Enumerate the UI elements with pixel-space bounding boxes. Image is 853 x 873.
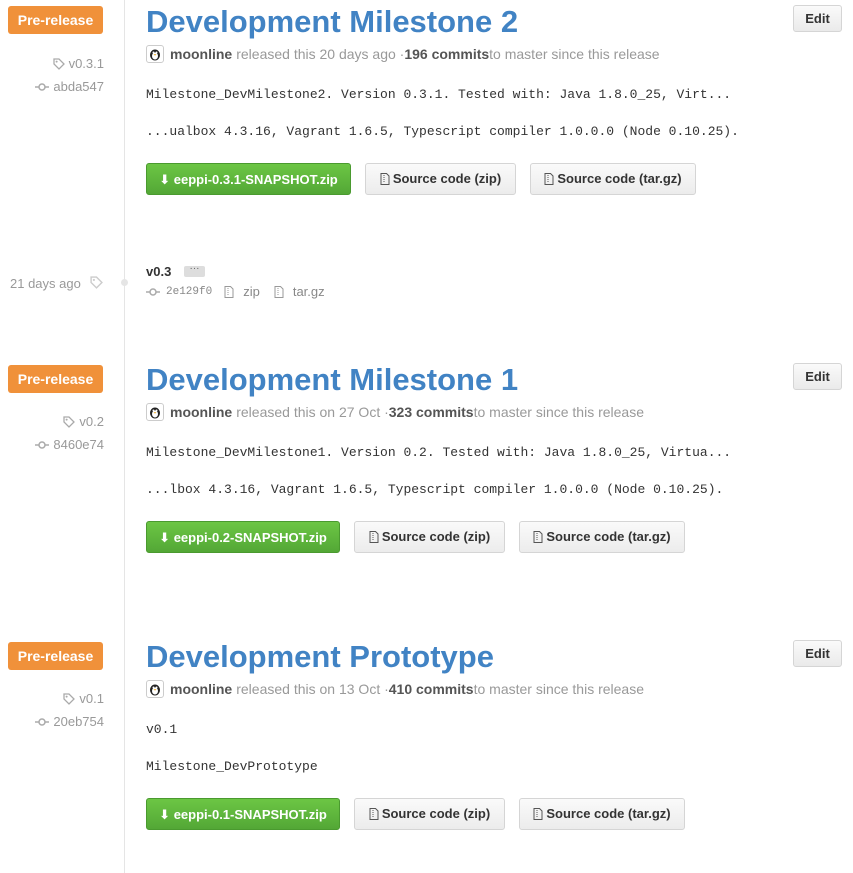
source-tgz-button[interactable]: Source code (tar.gz) [519, 521, 685, 553]
release-commit-label: abda547 [53, 79, 104, 94]
release-commit-label: 8460e74 [53, 437, 104, 452]
download-arrow-icon: ⬇ [159, 172, 171, 187]
download-asset-button[interactable]: ⬇ eeppi-0.3.1-SNAPSHOT.zip [146, 163, 351, 195]
release-tag[interactable]: v0.1 [63, 691, 104, 706]
tag-links: 2e129f0 zip tar.gz [146, 284, 325, 299]
release-tag[interactable]: v0.2 [63, 414, 104, 429]
commit-icon [146, 287, 160, 296]
file-zip-icon [369, 531, 379, 543]
source-tgz-label: Source code (tar.gz) [557, 171, 682, 186]
tag-icon [90, 276, 103, 289]
release-tag-label: v0.2 [79, 414, 104, 429]
source-tgz-label: Source code (tar.gz) [546, 806, 671, 821]
release-commit-label: 20eb754 [53, 714, 104, 729]
release-title[interactable]: Development Milestone 2 [146, 4, 518, 40]
download-asset-label: eeppi-0.2-SNAPSHOT.zip [173, 530, 327, 545]
release-body-line: ...ualbox 4.3.16, Vagrant 1.6.5, Typescr… [146, 124, 739, 139]
tag-tgz-link[interactable]: tar.gz [293, 284, 325, 299]
release-title[interactable]: Development Prototype [146, 639, 494, 675]
released-text: released this on 13 Oct · [236, 681, 389, 697]
tag-icon [63, 415, 76, 428]
penguin-icon [150, 407, 160, 419]
source-zip-button[interactable]: Source code (zip) [354, 798, 505, 830]
source-tgz-button[interactable]: Source code (tar.gz) [530, 163, 696, 195]
avatar[interactable] [146, 680, 164, 698]
author-link[interactable]: moonline [170, 681, 232, 697]
commits-suffix: to master since this release [489, 46, 660, 62]
tag-commit-link[interactable]: 2e129f0 [166, 286, 212, 298]
file-zip-icon [274, 285, 284, 298]
download-asset-button[interactable]: ⬇ eeppi-0.2-SNAPSHOT.zip [146, 521, 340, 553]
source-zip-button[interactable]: Source code (zip) [365, 163, 516, 195]
author-link[interactable]: moonline [170, 404, 232, 420]
download-arrow-icon: ⬇ [159, 530, 171, 545]
author-link[interactable]: moonline [170, 46, 232, 62]
prerelease-badge: Pre-release [8, 642, 103, 670]
tag-icon [63, 692, 76, 705]
release-byline: moonline released this 20 days ago · 196… [146, 45, 660, 63]
source-zip-button[interactable]: Source code (zip) [354, 521, 505, 553]
tag-zip-link[interactable]: zip [243, 284, 260, 299]
source-tgz-label: Source code (tar.gz) [546, 529, 671, 544]
file-zip-icon [544, 173, 554, 185]
file-zip-icon [380, 173, 390, 185]
release-commit[interactable]: 8460e74 [35, 437, 104, 452]
release-body-line: Milestone_DevMilestone2. Version 0.3.1. … [146, 87, 732, 102]
source-zip-label: Source code (zip) [381, 806, 491, 821]
release-body-line: Milestone_DevPrototype [146, 759, 318, 774]
penguin-icon [150, 684, 160, 696]
released-text: released this on 27 Oct · [236, 404, 389, 420]
release-byline: moonline released this on 27 Oct · 323 c… [146, 403, 644, 421]
edit-button[interactable]: Edit [793, 363, 842, 390]
release-tag-label: v0.1 [79, 691, 104, 706]
commits-count-link[interactable]: 323 commits [389, 404, 474, 420]
release-tag[interactable]: v0.3.1 [52, 56, 104, 71]
file-zip-icon [533, 531, 543, 543]
file-zip-icon [369, 808, 379, 820]
avatar[interactable] [146, 403, 164, 421]
commits-suffix: to master since this release [473, 681, 644, 697]
prerelease-badge: Pre-release [8, 365, 103, 393]
prerelease-badge: Pre-release [8, 6, 103, 34]
download-asset-label: eeppi-0.3.1-SNAPSHOT.zip [173, 172, 338, 187]
avatar[interactable] [146, 45, 164, 63]
commits-suffix: to master since this release [473, 404, 644, 420]
commit-icon [35, 82, 50, 91]
tag-name-link[interactable]: v0.3 [146, 264, 171, 279]
download-arrow-icon: ⬇ [159, 807, 171, 822]
download-asset-label: eeppi-0.1-SNAPSHOT.zip [173, 807, 327, 822]
penguin-icon [150, 49, 160, 61]
source-zip-label: Source code (zip) [381, 529, 491, 544]
release-commit[interactable]: abda547 [35, 79, 104, 94]
source-zip-label: Source code (zip) [392, 171, 502, 186]
release-byline: moonline released this on 13 Oct · 410 c… [146, 680, 644, 698]
file-zip-icon [533, 808, 543, 820]
tag-icon [52, 57, 65, 70]
edit-button[interactable]: Edit [793, 5, 842, 32]
release-body-line: ...lbox 4.3.16, Vagrant 1.6.5, Typescrip… [146, 482, 724, 497]
edit-button[interactable]: Edit [793, 640, 842, 667]
commit-icon [35, 440, 50, 449]
tag-date: 21 days ago [10, 276, 81, 291]
file-zip-icon [224, 285, 234, 298]
released-text: released this 20 days ago · [236, 46, 405, 62]
release-body-line: v0.1 [146, 722, 178, 737]
timeline-line [124, 0, 125, 873]
release-commit[interactable]: 20eb754 [35, 714, 104, 729]
release-title[interactable]: Development Milestone 1 [146, 362, 518, 398]
commits-count-link[interactable]: 410 commits [389, 681, 474, 697]
commit-icon [35, 717, 50, 726]
release-tag-label: v0.3.1 [68, 56, 104, 71]
expand-ellipsis-button[interactable]: ··· [184, 264, 205, 277]
timeline-dot [121, 279, 128, 286]
release-body-line: Milestone_DevMilestone1. Version 0.2. Te… [146, 445, 732, 460]
download-asset-button[interactable]: ⬇ eeppi-0.1-SNAPSHOT.zip [146, 798, 340, 830]
source-tgz-button[interactable]: Source code (tar.gz) [519, 798, 685, 830]
commits-count-link[interactable]: 196 commits [404, 46, 489, 62]
